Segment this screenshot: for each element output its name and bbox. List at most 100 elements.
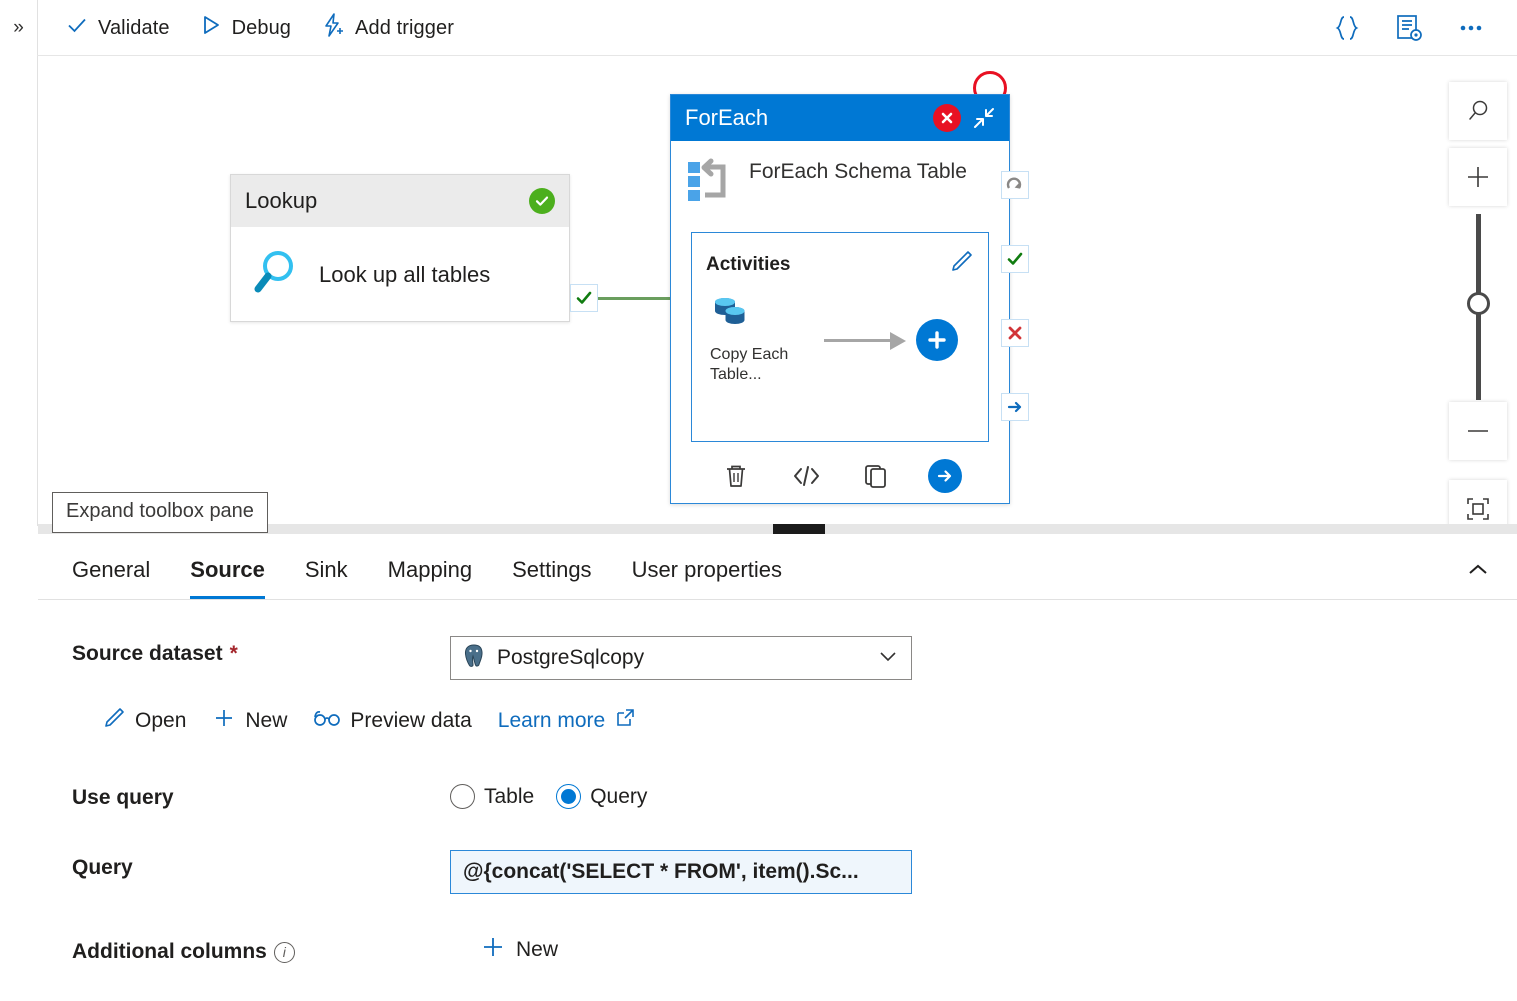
copy-activity-tile[interactable]: Copy Each Table... <box>710 294 820 385</box>
use-query-query-label: Query <box>590 784 648 808</box>
lookup-success-status-icon <box>529 188 555 214</box>
open-label: Open <box>135 709 187 732</box>
query-row: Query @{concat('SELECT * FROM', item().S… <box>72 850 1517 894</box>
add-additional-column-button[interactable]: New <box>480 934 558 965</box>
info-icon[interactable]: i <box>273 941 295 963</box>
external-link-icon <box>614 707 636 735</box>
foreach-name-row: ForEach Schema Table <box>685 157 995 210</box>
upon-success-badge[interactable] <box>1001 245 1029 273</box>
properties-gear-icon[interactable] <box>1391 10 1427 46</box>
zoom-out-icon[interactable] <box>1449 402 1507 460</box>
play-triangle-icon <box>200 14 222 42</box>
tab-mapping[interactable]: Mapping <box>388 557 472 599</box>
code-view-icon[interactable] <box>788 458 824 494</box>
foreach-loop-icon <box>685 157 733 210</box>
validate-button[interactable]: Validate <box>64 9 172 47</box>
zoom-slider-thumb[interactable] <box>1467 292 1490 315</box>
zoom-fit-icon[interactable] <box>1449 480 1507 526</box>
zoom-slider[interactable] <box>1449 214 1507 400</box>
toolbar-actions: Validate Debug Add trigger <box>64 9 456 47</box>
plus-circle-icon[interactable] <box>916 318 958 361</box>
preview-data-button[interactable]: Preview data <box>313 707 472 735</box>
foreach-node-header: ForEach <box>671 95 1009 141</box>
connector-success-badge[interactable] <box>570 284 598 312</box>
tab-general[interactable]: General <box>72 557 150 599</box>
check-icon <box>66 14 88 42</box>
use-query-table-label: Table <box>484 784 535 808</box>
activities-header: Activities <box>692 233 988 280</box>
activities-content-row: Copy Each Table... <box>692 280 988 385</box>
pencil-icon[interactable] <box>948 249 974 280</box>
foreach-activities-container[interactable]: Activities Copy Each Table... <box>691 232 989 442</box>
toolbar-right-icons <box>1329 0 1507 56</box>
run-arrow-icon[interactable] <box>928 459 962 493</box>
collapse-diagonal-icon[interactable] <box>969 103 999 133</box>
lookup-activity-node[interactable]: Lookup Look up all tables <box>230 174 570 322</box>
foreach-node-body: ForEach Schema Table Activities Copy Eac… <box>671 141 1009 494</box>
new-dataset-button[interactable]: New <box>212 706 287 736</box>
upon-failure-badge[interactable] <box>1001 319 1029 347</box>
open-dataset-button[interactable]: Open <box>102 706 186 736</box>
copy-activity-label: Copy Each Table... <box>710 346 789 383</box>
activities-label: Activities <box>706 253 791 275</box>
canvas-scrollbar-thumb[interactable] <box>773 524 825 534</box>
validate-label: Validate <box>98 16 170 39</box>
use-query-option-table[interactable]: Table <box>450 784 534 809</box>
tab-source[interactable]: Source <box>190 557 265 599</box>
activity-properties-pane: General Source Sink Mapping Settings Use… <box>38 534 1517 1001</box>
source-dataset-row: Source dataset * PostgreSqlcopy <box>72 636 1517 680</box>
plus-icon <box>480 934 506 965</box>
use-query-option-query[interactable]: Query <box>556 784 647 809</box>
zoom-search-icon[interactable] <box>1449 82 1507 140</box>
red-x-circle-icon[interactable] <box>933 104 961 132</box>
preview-data-label: Preview data <box>350 709 472 732</box>
foreach-header-actions <box>933 103 999 133</box>
foreach-activity-node[interactable]: ForEach ForEach Schema Table Activities … <box>670 94 1010 504</box>
chevron-down-icon[interactable] <box>877 645 899 672</box>
postgresql-elephant-icon <box>463 643 485 673</box>
required-asterisk: * <box>229 642 238 665</box>
tab-settings[interactable]: Settings <box>512 557 592 599</box>
copy-data-icon <box>710 298 754 338</box>
pipeline-editor: » Validate Debug Add trigger Lookup Look… <box>0 0 1517 1001</box>
clone-copy-icon[interactable] <box>858 458 894 494</box>
source-dataset-value: PostgreSqlcopy <box>497 646 645 669</box>
learn-more-label: Learn more <box>497 709 606 732</box>
foreach-activity-name: ForEach Schema Table <box>749 160 967 183</box>
code-braces-icon[interactable] <box>1329 10 1365 46</box>
lookup-node-body: Look up all tables <box>231 227 569 322</box>
tab-user-properties[interactable]: User properties <box>632 557 782 599</box>
use-query-radio-group: Table Query <box>450 780 647 809</box>
radio-circle-query-selected <box>556 784 582 809</box>
new-label: New <box>245 709 288 732</box>
pencil-icon <box>102 706 126 736</box>
delete-trash-icon[interactable] <box>718 458 754 494</box>
query-input[interactable]: @{concat('SELECT * FROM', item().Sc... <box>450 850 912 894</box>
lookup-node-header: Lookup <box>231 175 569 227</box>
toolbox-rail[interactable] <box>0 56 37 526</box>
activity-flow-arrow-icon <box>824 330 912 350</box>
lightning-plus-icon <box>321 13 345 43</box>
upon-completion-badge[interactable] <box>1001 171 1029 199</box>
lookup-activity-name: Look up all tables <box>319 261 491 287</box>
expand-panel-chevrons-icon[interactable]: » <box>0 0 37 56</box>
upon-skip-badge[interactable] <box>1001 393 1029 421</box>
chevron-up-icon[interactable] <box>1461 553 1495 587</box>
foreach-footer-toolbar <box>685 458 995 494</box>
additional-columns-row: Additional columns i New <box>72 934 1517 965</box>
tab-sink[interactable]: Sink <box>305 557 348 599</box>
zoom-in-icon[interactable] <box>1449 148 1507 206</box>
learn-more-link[interactable]: Learn more <box>498 707 636 735</box>
debug-label: Debug <box>231 16 292 39</box>
plus-icon <box>212 706 236 736</box>
canvas-zoom-controls <box>1449 82 1507 526</box>
source-dataset-dropdown[interactable]: PostgreSqlcopy <box>450 636 912 680</box>
glasses-icon <box>313 707 341 735</box>
lookup-node-title: Lookup <box>245 188 318 213</box>
source-settings-form: Source dataset * PostgreSqlcopy Open New… <box>38 600 1517 965</box>
pipeline-canvas[interactable]: Lookup Look up all tables ForEach ForEac… <box>38 56 1517 526</box>
top-toolbar: » Validate Debug Add trigger <box>0 0 1517 56</box>
add-trigger-button[interactable]: Add trigger <box>319 9 456 47</box>
debug-button[interactable]: Debug <box>198 9 293 47</box>
more-ellipsis-icon[interactable] <box>1453 10 1489 46</box>
